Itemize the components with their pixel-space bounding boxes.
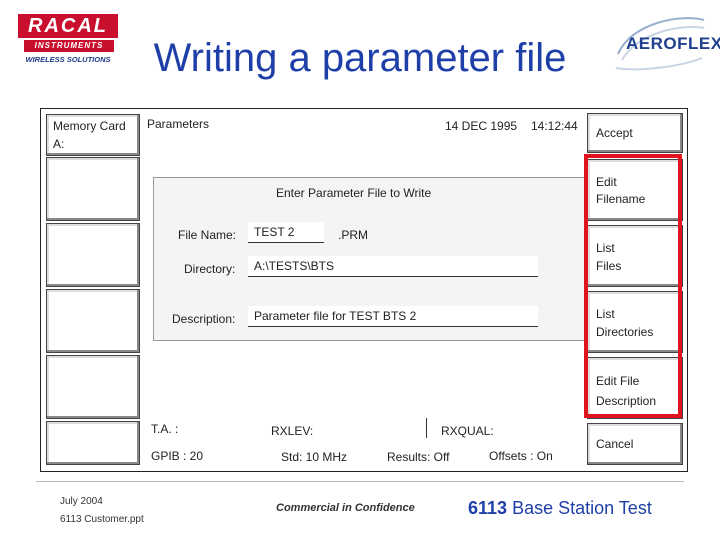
status-offsets: Offsets : On: [489, 449, 553, 463]
status-rxlev: RXLEV:: [271, 424, 314, 438]
status-gpib: GPIB : 20: [151, 449, 204, 463]
directory-label: Directory:: [184, 262, 236, 276]
left-softkey-4[interactable]: [46, 355, 140, 419]
racal-logo-instruments: INSTRUMENTS: [24, 40, 114, 52]
footer-file: 6113 Customer.ppt: [60, 514, 144, 525]
directory-input[interactable]: A:\TESTS\BTS: [248, 256, 538, 277]
description-label: Description:: [172, 312, 236, 326]
footer-date: July 2004: [60, 496, 103, 507]
softkey-highlight-frame: [584, 154, 682, 418]
memory-card-drive: A:: [53, 137, 103, 151]
left-softkey-3[interactable]: [46, 289, 140, 353]
accept-softkey[interactable]: Accept: [587, 113, 683, 153]
accept-softkey-label: Accept: [596, 126, 633, 140]
cancel-softkey-label: Cancel: [596, 437, 634, 451]
status-results: Results: Off: [387, 450, 450, 464]
aeroflex-logo-word: AEROFLEX: [626, 34, 720, 53]
racal-logo-tagline: WIRELESS SOLUTIONS: [25, 55, 111, 64]
memory-card-panel: Memory Card A:: [46, 114, 140, 156]
slide-title: Writing a parameter file: [153, 36, 567, 80]
file-extension: .PRM: [338, 228, 368, 242]
description-input[interactable]: Parameter file for TEST BTS 2: [248, 306, 538, 327]
screen-time: 14:12:44: [531, 119, 578, 133]
aeroflex-logo: AEROFLEX: [612, 14, 720, 76]
footer-product-number: 6113: [468, 498, 508, 518]
file-name-input[interactable]: TEST 2: [248, 222, 324, 243]
status-rxqual: RXQUAL:: [441, 424, 494, 438]
status-std: Std: 10 MHz: [281, 450, 348, 464]
status-ta: T.A. :: [151, 422, 179, 436]
footer-confidence: Commercial in Confidence: [276, 502, 415, 514]
screen-date: 14 DEC 1995: [445, 119, 518, 133]
file-name-label: File Name:: [178, 228, 237, 242]
status-divider: [426, 418, 427, 438]
enter-parameter-file-dialog: Enter Parameter File to Write File Name:…: [153, 177, 585, 341]
left-softkey-1[interactable]: [46, 157, 140, 221]
memory-card-label: Memory Card: [53, 119, 126, 133]
racal-logo-word: RACAL: [18, 14, 118, 38]
dialog-heading: Enter Parameter File to Write: [276, 186, 432, 200]
footer-product-text: Base Station Test: [507, 498, 652, 518]
racal-logo: RACAL INSTRUMENTS WIRELESS SOLUTIONS: [18, 14, 118, 66]
left-softkey-2[interactable]: [46, 223, 140, 287]
cancel-softkey[interactable]: Cancel: [587, 423, 683, 465]
left-softkey-5[interactable]: [46, 421, 140, 465]
footer-product: 6113 Base Station Test: [468, 498, 652, 519]
footer-divider: [36, 481, 684, 482]
parameters-label: Parameters: [147, 117, 210, 131]
